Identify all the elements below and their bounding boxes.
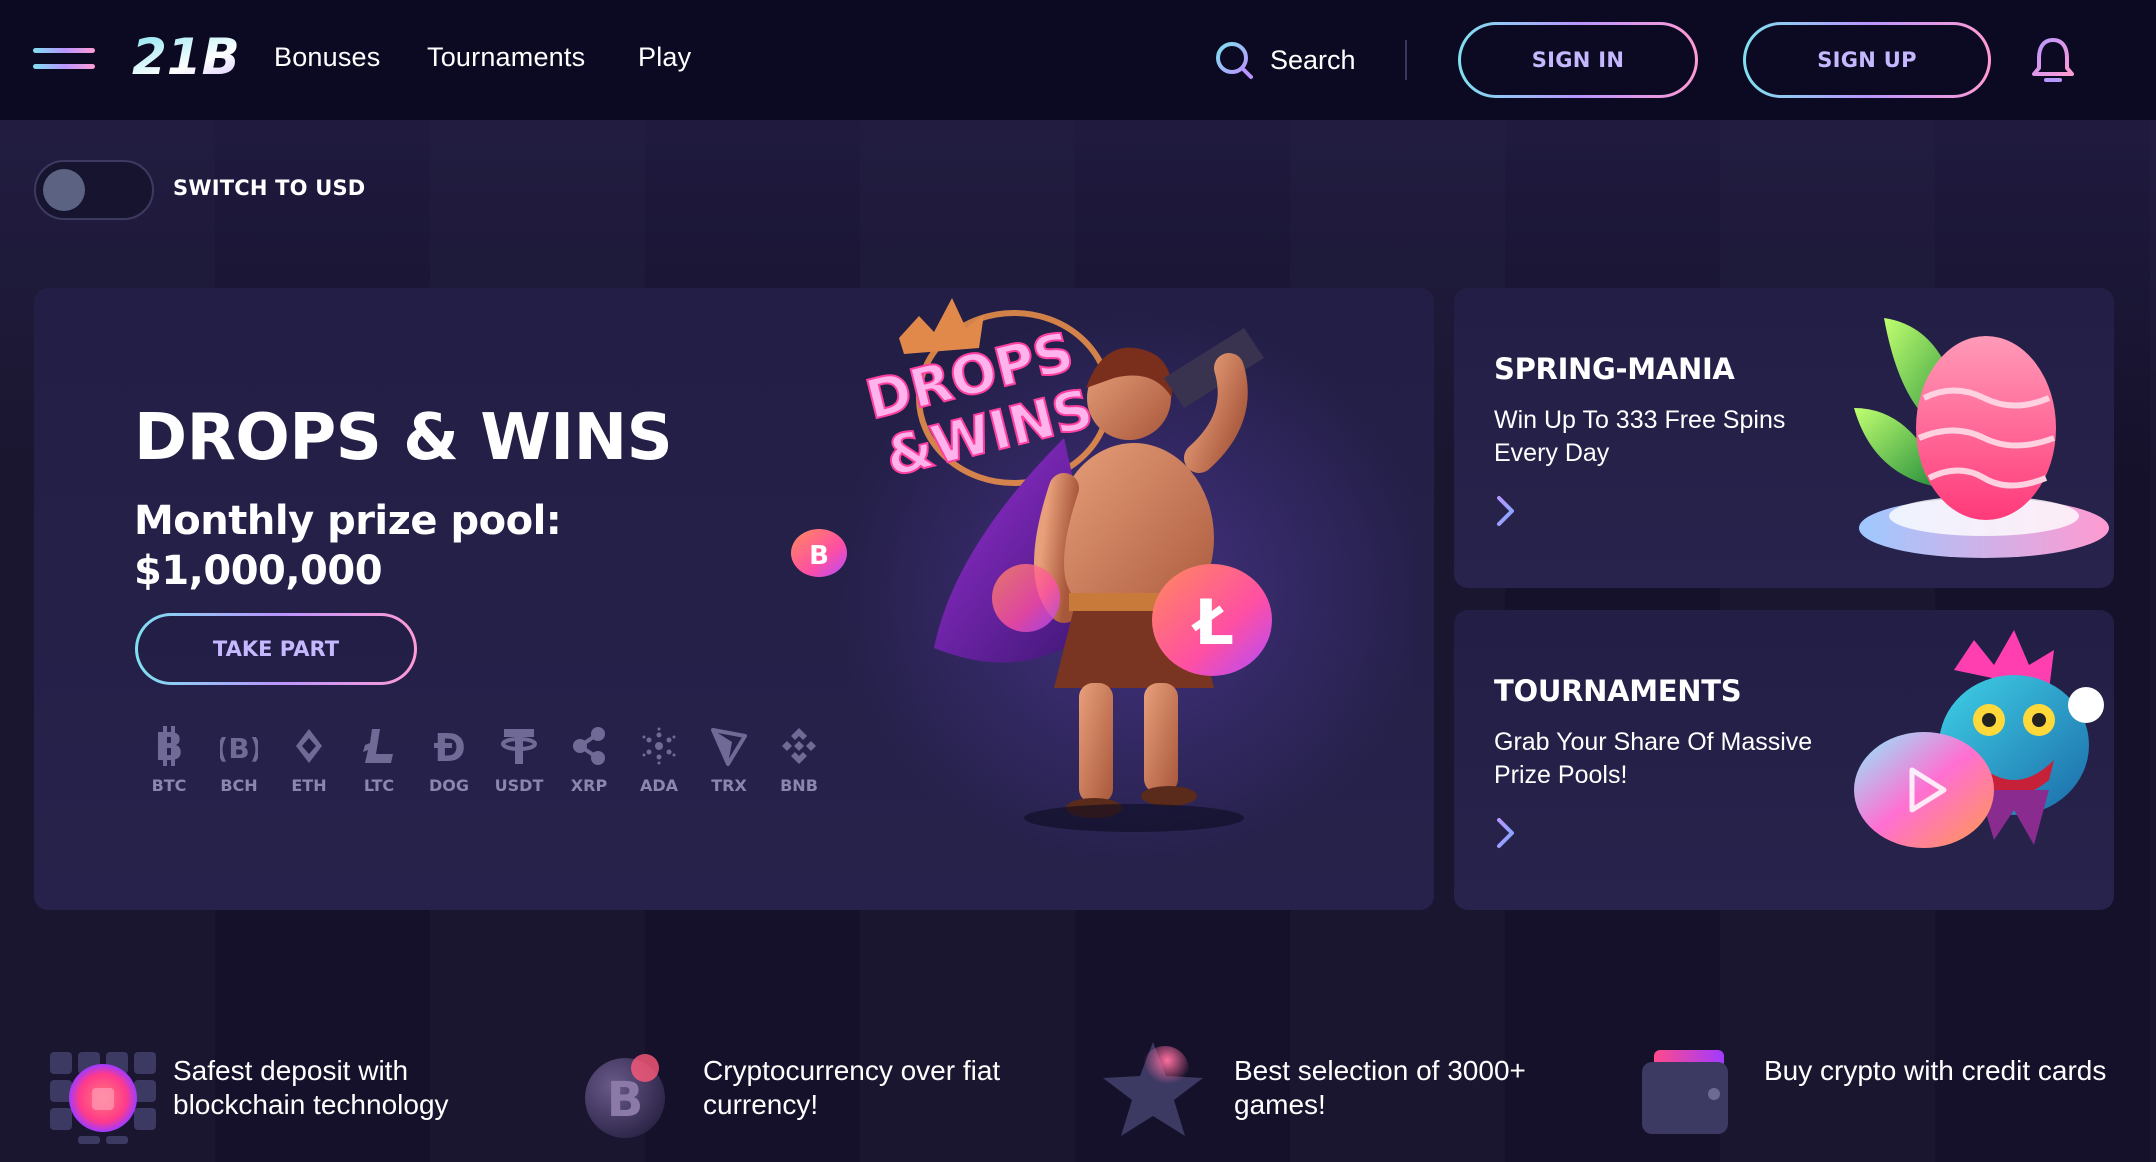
doge-icon: D [434, 726, 466, 766]
hero-title: DROPS & WINS [134, 401, 673, 475]
promo-description: Win Up To 333 Free Spins Every Day [1494, 406, 1786, 467]
search-icon [1216, 42, 1253, 79]
nav-bonuses[interactable]: Bonuses [274, 42, 380, 73]
coin-label: ADA [639, 776, 679, 795]
svg-text:(B): (B) [220, 732, 258, 765]
svg-text:B: B [607, 1072, 644, 1128]
feature-text: Cryptocurrency over fiat currency! [703, 1055, 1001, 1120]
supported-coins: B BTC (B) BCH ETH LTC D DOG USDT XRP [134, 726, 834, 795]
eth-icon [296, 729, 322, 763]
promo-description: Grab Your Share Of Massive Prize Pools! [1494, 728, 1813, 789]
trx-icon [711, 728, 747, 766]
feature-text: Buy crypto with credit cards [1764, 1055, 2107, 1086]
blockchain-icon [50, 1052, 156, 1144]
search-button[interactable]: Search [1214, 40, 1356, 80]
logo-number: 21BIT [132, 28, 238, 86]
currency-toggle-label: SWITCH TO USD [173, 176, 366, 200]
coin-label: BCH [220, 776, 258, 795]
ada-icon [642, 727, 676, 765]
coin-label: XRP [570, 776, 608, 795]
feature-blockchain: Safest deposit with blockchain technolog… [48, 1032, 568, 1144]
search-label: Search [1270, 44, 1356, 75]
svg-text:Ł: Ł [1191, 586, 1234, 659]
hero-illustration: DROPS &WINS Ł [834, 298, 1414, 868]
feature-text: Best selection of 3000+ games! [1234, 1055, 1526, 1120]
coin-btc: B BTC [134, 726, 204, 795]
btc-icon: B [155, 726, 184, 766]
coin-label: TRX [711, 776, 747, 795]
header-divider [1405, 40, 1407, 80]
chevron-right-icon[interactable] [1494, 816, 1518, 850]
star-icon [1103, 1042, 1203, 1136]
coin-xrp: XRP [554, 726, 624, 795]
coin-dog: D DOG [414, 726, 484, 795]
bell-icon[interactable] [2031, 36, 2075, 86]
hero-banner: DROPS & WINS Monthly prize pool: $1,000,… [34, 288, 1434, 910]
sign-up-button[interactable]: SIGN UP [1743, 22, 1991, 98]
feature-crypto: B Cryptocurrency over fiat currency! [583, 1032, 1103, 1142]
currency-toggle[interactable] [34, 160, 154, 220]
bch-icon: (B) [220, 732, 258, 765]
coin-label: ETH [291, 776, 327, 795]
feature-credit-cards: Buy crypto with credit cards [1642, 1032, 2122, 1142]
site-logo[interactable]: 21BIT [132, 28, 238, 86]
coin-label: BTC [151, 776, 187, 795]
nav-tournaments[interactable]: Tournaments [427, 42, 585, 73]
hero-subtitle: Monthly prize pool: $1,000,000 [134, 496, 562, 596]
promo-card-tournaments[interactable]: TOURNAMENTS Grab Your Share Of Massive P… [1454, 610, 2114, 910]
coin-bch: (B) BCH [204, 726, 274, 795]
usdt-icon [501, 729, 537, 764]
ltc-icon [363, 729, 393, 763]
hero-subtitle-line1: Monthly prize pool: [134, 498, 562, 544]
coin-eth: ETH [274, 726, 344, 795]
xrp-icon [573, 727, 605, 765]
egg-illustration [1854, 318, 2109, 558]
coin-ada: ADA [624, 726, 694, 795]
coin-label: LTC [363, 776, 395, 795]
toggle-knob [43, 169, 85, 211]
coin-trx: TRX [694, 726, 764, 795]
sign-in-button[interactable]: SIGN IN [1458, 22, 1698, 98]
promo-card-spring-mania[interactable]: SPRING-MANIA Win Up To 333 Free Spins Ev… [1454, 288, 2114, 588]
promo-title: TOURNAMENTS [1494, 674, 1742, 708]
site-header: 21BIT Bonuses Tournaments Play Search SI… [0, 0, 2156, 120]
svg-text:B: B [809, 541, 829, 571]
feature-text: Safest deposit with blockchain technolog… [173, 1055, 449, 1120]
take-part-button[interactable]: TAKE PART [135, 613, 417, 685]
hero-prize-amount: $1,000,000 [134, 548, 383, 594]
bitcoin-coin-icon: B [585, 1054, 665, 1138]
coin-usdt: USDT [484, 726, 554, 795]
coin-label: DOG [428, 776, 469, 795]
wallet-icon [1642, 1050, 1728, 1134]
coin-label: USDT [494, 776, 544, 795]
coin-ltc: LTC [344, 726, 414, 795]
menu-icon[interactable] [33, 44, 95, 74]
nav-play[interactable]: Play [638, 42, 691, 73]
mascot-illustration [1854, 630, 2104, 848]
chevron-right-icon[interactable] [1494, 494, 1518, 528]
feature-games: Best selection of 3000+ games! [1103, 1032, 1623, 1142]
svg-text:B: B [155, 726, 184, 766]
floating-coin-icon: B [791, 529, 847, 577]
promo-title: SPRING-MANIA [1494, 352, 1735, 386]
